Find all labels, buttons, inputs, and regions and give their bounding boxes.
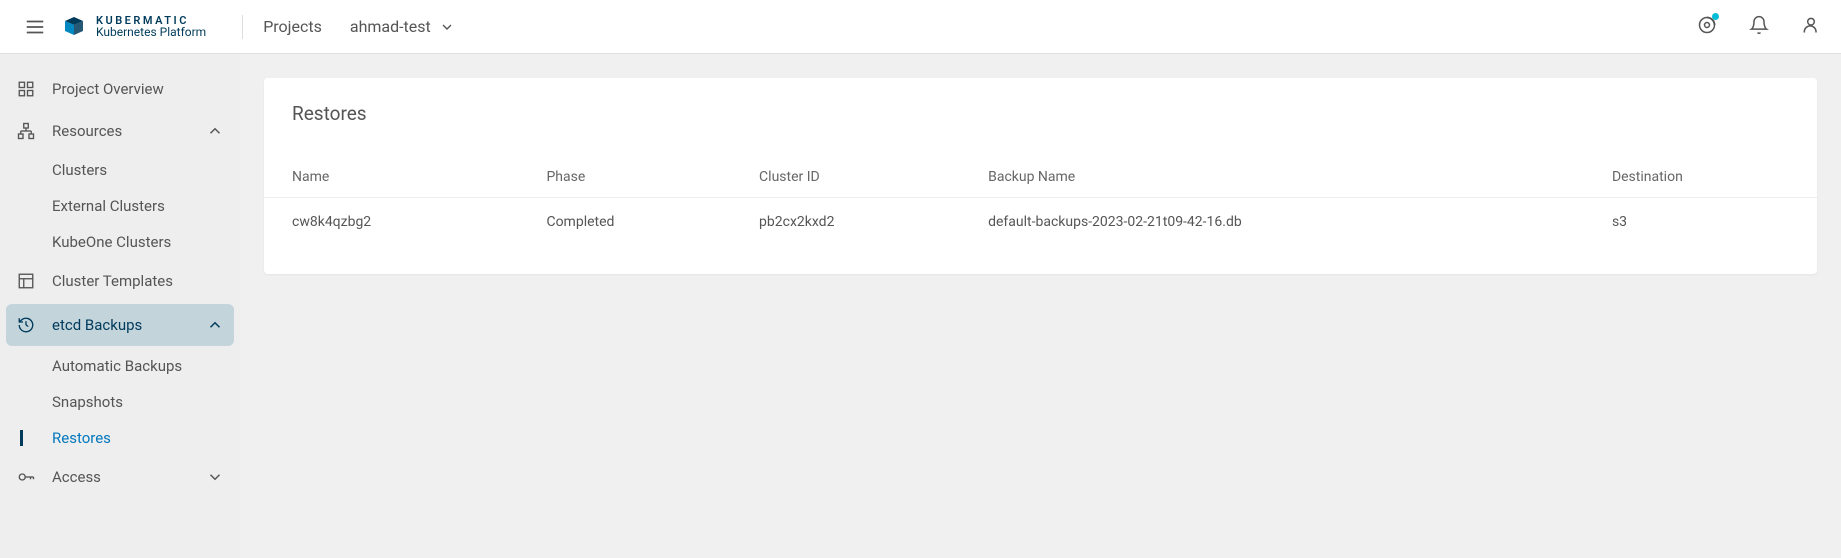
cell-cluster-id: pb2cx2kxd2	[745, 198, 974, 247]
changelog-button[interactable]	[1693, 11, 1721, 42]
hamburger-menu-button[interactable]	[16, 8, 54, 46]
sidebar-item-label: External Clusters	[52, 197, 165, 215]
breadcrumb: Projects ahmad-test	[263, 17, 455, 36]
sidebar-item-label: etcd Backups	[52, 316, 206, 334]
sidebar-item-label: Project Overview	[52, 80, 224, 98]
cell-destination: s3	[1598, 198, 1817, 247]
logo[interactable]: KUBERMATIC Kubernetes Platform	[62, 15, 206, 39]
chevron-up-icon	[206, 316, 224, 334]
bell-icon	[1749, 15, 1769, 35]
sidebar-item-label: KubeOne Clusters	[52, 233, 171, 251]
sidebar-item-access[interactable]: Access	[0, 456, 240, 498]
restores-table: Name Phase Cluster ID Backup Name Destin…	[264, 157, 1817, 246]
card-padding	[264, 246, 1817, 274]
logo-text-bottom: Kubernetes Platform	[96, 26, 206, 38]
sidebar-item-clusters[interactable]: Clusters	[0, 152, 240, 188]
sidebar-item-cluster-templates[interactable]: Cluster Templates	[0, 260, 240, 302]
cell-name: cw8k4qzbg2	[264, 198, 532, 247]
sidebar-item-label: Automatic Backups	[52, 357, 182, 375]
notification-dot	[1712, 13, 1719, 20]
sidebar-item-project-overview[interactable]: Project Overview	[0, 68, 240, 110]
sidebar-item-external-clusters[interactable]: External Clusters	[0, 188, 240, 224]
chevron-down-icon	[206, 468, 224, 486]
header-divider	[242, 15, 243, 39]
sidebar-item-snapshots[interactable]: Snapshots	[0, 384, 240, 420]
logo-mark-icon	[62, 15, 86, 39]
top-header: KUBERMATIC Kubernetes Platform Projects …	[0, 0, 1841, 54]
sidebar-item-label: Restores	[52, 429, 111, 447]
chevron-down-icon	[439, 19, 455, 35]
column-header-backup-name[interactable]: Backup Name	[974, 157, 1598, 198]
column-header-name[interactable]: Name	[264, 157, 532, 198]
breadcrumb-projects[interactable]: Projects	[263, 17, 322, 36]
hamburger-icon	[24, 16, 46, 38]
project-name: ahmad-test	[350, 17, 431, 36]
column-header-phase[interactable]: Phase	[532, 157, 745, 198]
header-actions	[1693, 11, 1825, 42]
sidebar: Project Overview Resources Clusters Exte…	[0, 54, 240, 558]
hierarchy-icon	[16, 121, 36, 141]
grid-icon	[16, 79, 36, 99]
sidebar-item-automatic-backups[interactable]: Automatic Backups	[0, 348, 240, 384]
sidebar-item-label: Cluster Templates	[52, 272, 224, 290]
user-icon	[1801, 15, 1821, 35]
history-icon	[16, 315, 36, 335]
sidebar-item-label: Access	[52, 468, 206, 486]
sidebar-item-kubeone-clusters[interactable]: KubeOne Clusters	[0, 224, 240, 260]
sidebar-item-etcd-backups[interactable]: etcd Backups	[6, 304, 234, 346]
user-menu-button[interactable]	[1797, 11, 1825, 42]
notifications-button[interactable]	[1745, 11, 1773, 42]
key-icon	[16, 467, 36, 487]
template-icon	[16, 271, 36, 291]
restores-card: Restores Name Phase Cluster ID Backup Na…	[264, 78, 1817, 274]
sidebar-item-label: Snapshots	[52, 393, 123, 411]
table-header-row: Name Phase Cluster ID Backup Name Destin…	[264, 157, 1817, 198]
chevron-up-icon	[206, 122, 224, 140]
project-selector[interactable]: ahmad-test	[350, 17, 455, 36]
column-header-destination[interactable]: Destination	[1598, 157, 1817, 198]
logo-text: KUBERMATIC Kubernetes Platform	[96, 15, 206, 38]
sidebar-item-restores[interactable]: Restores	[0, 420, 240, 456]
cell-backup-name: default-backups-2023-02-21t09-42-16.db	[974, 198, 1598, 247]
sidebar-item-resources[interactable]: Resources	[0, 110, 240, 152]
column-header-cluster-id[interactable]: Cluster ID	[745, 157, 974, 198]
page-title: Restores	[264, 78, 1817, 157]
sidebar-item-label: Clusters	[52, 161, 107, 179]
table-row[interactable]: cw8k4qzbg2 Completed pb2cx2kxd2 default-…	[264, 198, 1817, 247]
cell-phase: Completed	[532, 198, 745, 247]
main-content: Restores Name Phase Cluster ID Backup Na…	[240, 54, 1841, 558]
sidebar-item-label: Resources	[52, 122, 206, 140]
